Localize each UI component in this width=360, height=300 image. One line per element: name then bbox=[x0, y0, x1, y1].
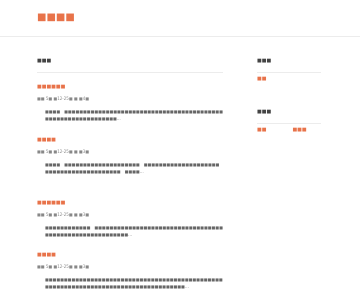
site-title-link[interactable]: ■■■■ bbox=[37, 12, 75, 24]
widget-link[interactable]: ■■■ bbox=[292, 127, 306, 134]
site-header: ■■■■ bbox=[0, 0, 360, 37]
post-title-link[interactable]: ■■■■ bbox=[37, 252, 223, 259]
post-title-link[interactable]: ■■■■ bbox=[37, 137, 223, 144]
post-meta: ■■ 5■ ■12-25■ ■ ■3■ bbox=[37, 264, 90, 269]
widget-title: ■■■ bbox=[257, 57, 321, 73]
post-excerpt: ■■■■■■■■■■■■■■■■■■■■■■■■■■■■■■■■■■■■■■■■… bbox=[45, 277, 223, 289]
post-meta: ■■ 5■ ■12-25■ ■ ■3■ bbox=[37, 212, 90, 217]
post-item: ■■■■ ■■ 5■ ■12-25■ ■ ■3■ ■■■■■■■■■■■■■■■… bbox=[37, 252, 223, 290]
main-content: ■■■ ■■■■■■ ■■ 5■ ■12-25■ ■ ■4■ ■■■■ ■■■■… bbox=[37, 57, 223, 289]
sidebar-widget: ■■■ ■■ bbox=[257, 57, 321, 83]
post-meta: ■■ 5■ ■12-25■ ■ ■3■ bbox=[37, 149, 90, 154]
post-meta: ■■ 5■ ■12-25■ ■ ■4■ bbox=[37, 96, 90, 101]
post-item: ■■■■■■ ■■ 5■ ■12-25■ ■ ■3■ ■■■■■■■■■■■■ … bbox=[37, 200, 223, 238]
widget-links: ■■ ■■■ bbox=[257, 127, 321, 134]
post-excerpt: ■■■■■■■■■■■■ ■■■■■■■■■■■■■■■■■■■■■■■■■■■… bbox=[45, 225, 223, 237]
post-excerpt: ■■■■ ■■■■■■■■■■■■■■■■■■■■■■■■■■■■■■■■■■■… bbox=[45, 109, 223, 121]
widget-link[interactable]: ■■ bbox=[257, 76, 266, 83]
widget-links: ■■ bbox=[257, 76, 321, 83]
post-item: ■■■■ ■■ 5■ ■12-25■ ■ ■3■ ■■■■ ■■■■■■■■■■… bbox=[37, 137, 223, 175]
post-title-link[interactable]: ■■■■■■ bbox=[37, 84, 223, 91]
widget-link[interactable]: ■■ bbox=[257, 127, 266, 134]
post-title-link[interactable]: ■■■■■■ bbox=[37, 200, 223, 207]
post-item: ■■■■■■ ■■ 5■ ■12-25■ ■ ■4■ ■■■■ ■■■■■■■■… bbox=[37, 84, 223, 122]
post-excerpt: ■■■■ ■■■■■■■■■■■■■■■■■■■■ ■■■■■■■■■■■■■■… bbox=[45, 162, 224, 174]
section-heading: ■■■ bbox=[37, 57, 223, 73]
widget-title: ■■■ bbox=[257, 108, 321, 124]
sidebar-widget: ■■■ ■■ ■■■ bbox=[257, 108, 321, 134]
